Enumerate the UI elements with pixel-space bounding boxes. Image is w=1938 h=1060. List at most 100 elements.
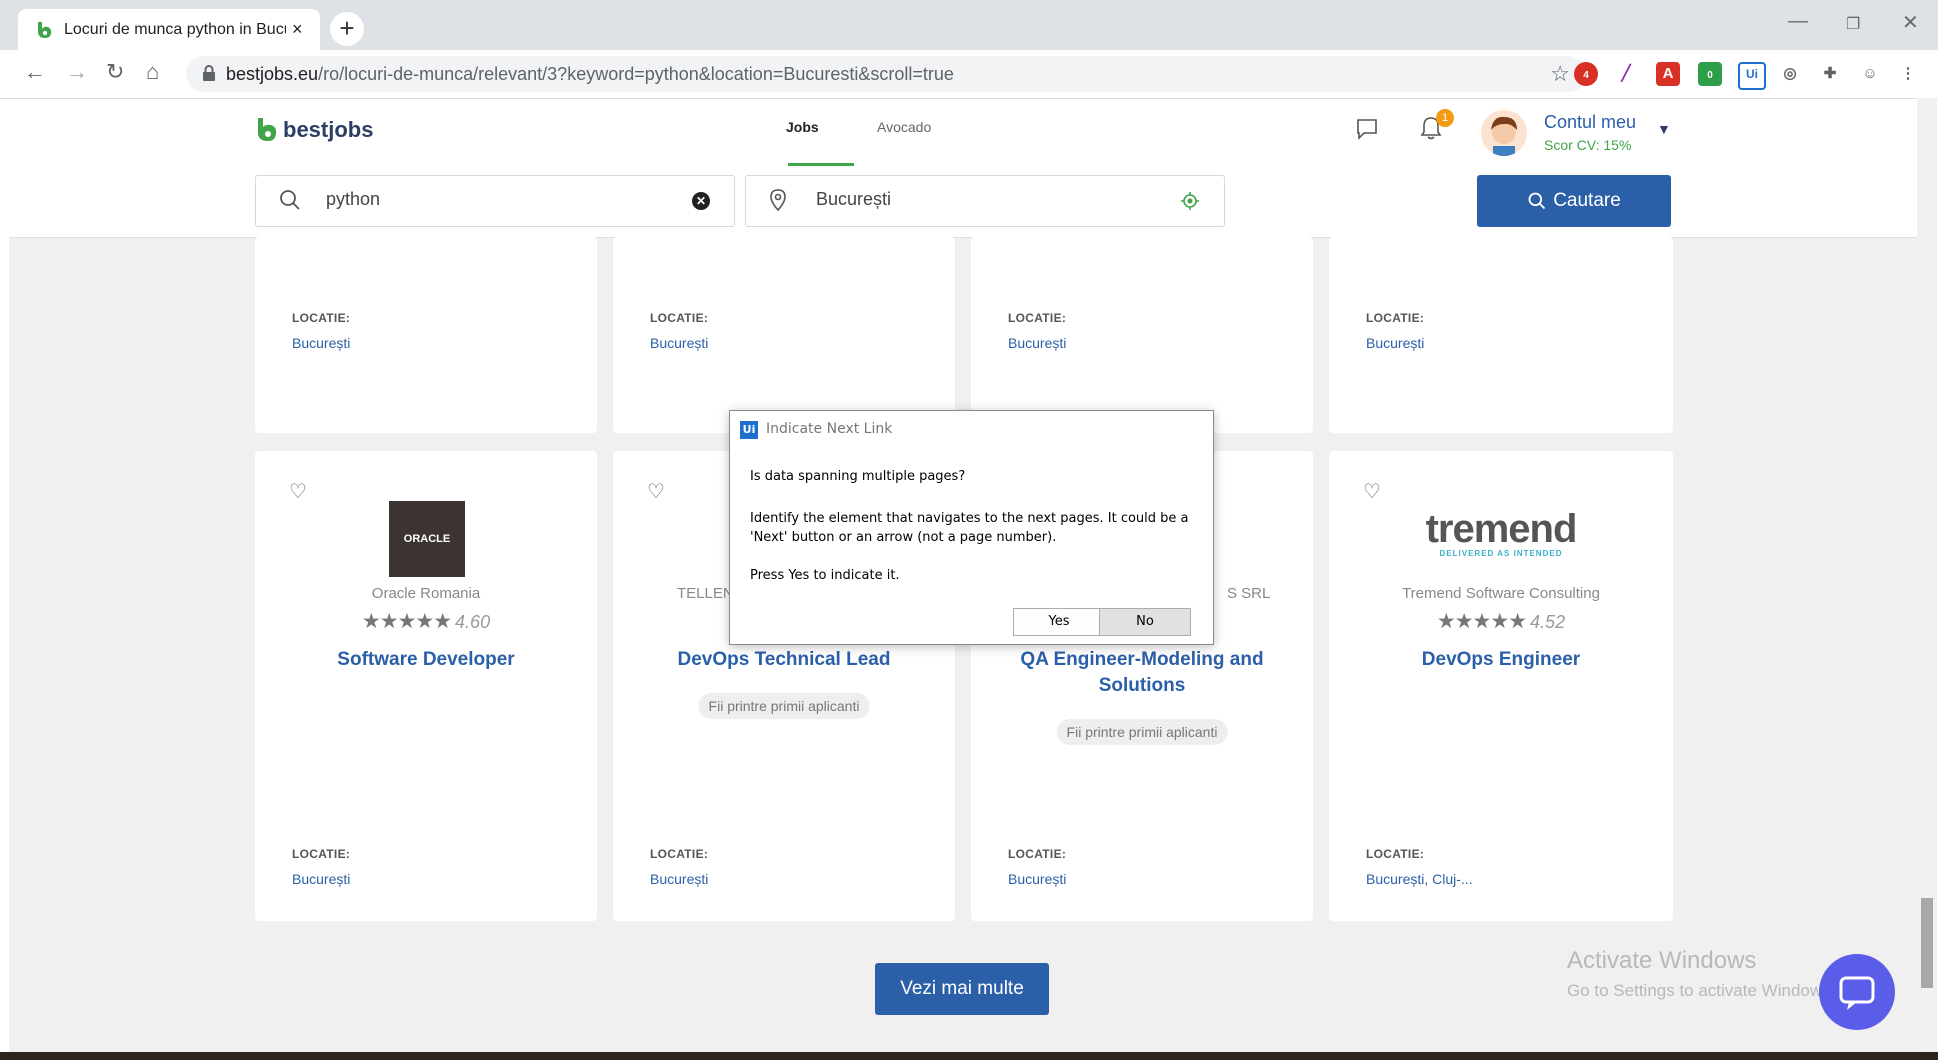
- job-title[interactable]: DevOps Engineer: [1349, 647, 1653, 673]
- location-value[interactable]: București: [1366, 335, 1424, 351]
- bookmark-star-icon[interactable]: ☆: [1550, 61, 1570, 87]
- tab-title: Locuri de munca python in Bucur: [64, 20, 286, 38]
- browser-tab[interactable]: Locuri de munca python in Bucur ×: [18, 9, 320, 50]
- favorite-heart-icon[interactable]: ♡: [647, 479, 665, 504]
- dialog-question: Is data spanning multiple pages?: [750, 469, 966, 484]
- minimize-icon[interactable]: —: [1788, 10, 1808, 33]
- cv-score: Scor CV: 15%: [1544, 137, 1632, 153]
- extensions-puzzle-icon[interactable]: ✚: [1818, 62, 1842, 86]
- rating-value: 4.52: [1530, 612, 1566, 632]
- nav-avocado[interactable]: Avocado: [877, 119, 931, 135]
- ext-pdf-icon[interactable]: A: [1656, 62, 1680, 86]
- bestjobs-logo[interactable]: bestjobs: [255, 117, 373, 143]
- company-name[interactable]: Tremend Software Consulting: [1329, 585, 1673, 602]
- favorite-heart-icon[interactable]: ♡: [289, 479, 307, 504]
- lock-icon: [203, 65, 215, 81]
- favorite-heart-icon[interactable]: ♡: [1363, 479, 1381, 504]
- job-title[interactable]: QA Engineer-Modeling and Solutions: [991, 647, 1293, 699]
- profile-icon[interactable]: ☺: [1858, 62, 1882, 86]
- location-label: LOCATIE:: [650, 847, 709, 861]
- location-label: LOCATIE:: [292, 847, 351, 861]
- bestjobs-logo-icon: [258, 118, 277, 141]
- location-pin-icon: [770, 189, 786, 212]
- search-icon: [1528, 192, 1546, 210]
- close-window-icon[interactable]: ✕: [1902, 10, 1919, 35]
- search-button[interactable]: Cautare: [1477, 175, 1671, 227]
- location-value[interactable]: București: [292, 335, 350, 351]
- dialog-instruction: Press Yes to indicate it.: [750, 568, 900, 583]
- rating-stars-icon: ★★★★★: [361, 610, 452, 633]
- ext-shield-icon[interactable]: 0: [1698, 62, 1722, 86]
- site-header: bestjobs Jobs Avocado 1 Contul meu Scor …: [9, 99, 1927, 168]
- location-value[interactable]: București: [292, 871, 350, 887]
- gps-locate-icon[interactable]: [1180, 191, 1200, 211]
- ext-circle-icon[interactable]: ◎: [1778, 62, 1802, 86]
- job-card-top-3[interactable]: LOCATIE: București: [971, 237, 1313, 433]
- job-card-tremend[interactable]: ♡ tremend DELIVERED AS INTENDED Tremend …: [1329, 451, 1673, 921]
- menu-kebab-icon[interactable]: ⋮: [1896, 62, 1920, 86]
- company-name[interactable]: Oracle Romania: [255, 585, 597, 602]
- url-host: bestjobs.eu: [226, 64, 319, 84]
- browser-toolbar: ← → ↻ ⌂ bestjobs.eu/ro/locuri-de-munca/r…: [0, 50, 1938, 99]
- forward-icon[interactable]: →: [66, 59, 88, 85]
- ext-badge-2: 0: [1707, 70, 1713, 81]
- job-card-top-4[interactable]: LOCATIE: București: [1329, 237, 1673, 433]
- load-more-button[interactable]: Vezi mai multe: [875, 963, 1049, 1015]
- home-icon[interactable]: ⌂: [146, 59, 159, 85]
- address-bar[interactable]: bestjobs.eu/ro/locuri-de-munca/relevant/…: [186, 56, 1586, 92]
- chat-bubble-icon: [1839, 976, 1875, 1010]
- location-input[interactable]: București: [816, 189, 891, 210]
- keyword-field[interactable]: python ✕: [255, 175, 735, 227]
- job-title[interactable]: DevOps Technical Lead: [633, 647, 935, 673]
- scrollbar-thumb[interactable]: [1921, 898, 1933, 988]
- chevron-down-icon[interactable]: ▼: [1657, 121, 1671, 137]
- location-value[interactable]: București: [650, 871, 708, 887]
- taskbar-strip: [0, 1052, 1938, 1060]
- job-title[interactable]: Software Developer: [275, 647, 577, 673]
- ext-pen-icon[interactable]: ╱: [1614, 62, 1638, 86]
- nav-active-indicator: [788, 163, 854, 166]
- rating-value: 4.60: [455, 612, 491, 632]
- oracle-logo: ORACLE: [389, 501, 465, 577]
- indicate-next-link-dialog: Ui Indicate Next Link Is data spanning m…: [729, 410, 1214, 645]
- ext-opera-icon[interactable]: 4: [1574, 62, 1598, 86]
- job-card-top-2[interactable]: LOCATIE: București: [613, 237, 955, 433]
- early-applicant-badge: Fii printre primii aplicanti: [698, 693, 870, 719]
- new-tab-button[interactable]: +: [330, 12, 364, 46]
- nav-jobs[interactable]: Jobs: [786, 119, 819, 135]
- back-icon[interactable]: ←: [24, 59, 46, 85]
- job-card-top-1[interactable]: LOCATIE: București: [255, 237, 597, 433]
- keyword-input[interactable]: python: [326, 189, 380, 210]
- location-value[interactable]: București: [1008, 871, 1066, 887]
- search-icon: [280, 190, 300, 210]
- tab-close-icon[interactable]: ×: [292, 19, 303, 40]
- avatar-illustration-icon: [1491, 116, 1517, 156]
- reload-icon[interactable]: ↻: [106, 59, 124, 85]
- url-text: bestjobs.eu/ro/locuri-de-munca/relevant/…: [226, 64, 954, 85]
- location-field[interactable]: București: [745, 175, 1225, 227]
- dialog-description: Identify the element that navigates to t…: [750, 511, 1189, 545]
- messages-icon[interactable]: [1355, 117, 1379, 141]
- chat-widget-button[interactable]: [1819, 954, 1895, 1030]
- clear-keyword-icon[interactable]: ✕: [692, 192, 710, 210]
- avatar[interactable]: [1481, 110, 1527, 156]
- location-label: LOCATIE:: [1008, 311, 1067, 325]
- restore-icon[interactable]: ❐: [1846, 14, 1860, 34]
- tremend-tagline: DELIVERED AS INTENDED: [1439, 549, 1563, 558]
- browser-tabstrip: Locuri de munca python in Bucur × + — ❐ …: [0, 0, 1938, 50]
- account-name[interactable]: Contul meu: [1544, 112, 1636, 133]
- search-bar: python ✕ București Cautare: [9, 167, 1927, 238]
- yes-button[interactable]: Yes: [1013, 608, 1105, 636]
- location-label: LOCATIE:: [292, 311, 351, 325]
- page-scrollbar[interactable]: [1917, 98, 1937, 1053]
- company-rating: ★★★★★ 4.60: [255, 609, 597, 634]
- no-button[interactable]: No: [1099, 608, 1191, 636]
- job-card-oracle[interactable]: ♡ ORACLE Oracle Romania ★★★★★ 4.60 Softwa…: [255, 451, 597, 921]
- location-value[interactable]: București: [1008, 335, 1066, 351]
- ext-uipath-icon[interactable]: Ui: [1738, 62, 1766, 90]
- location-label: LOCATIE:: [1008, 847, 1067, 861]
- location-value[interactable]: București: [650, 335, 708, 351]
- dialog-title: Indicate Next Link: [766, 421, 893, 437]
- location-value[interactable]: București, Cluj-...: [1366, 871, 1473, 887]
- location-label: LOCATIE:: [1366, 847, 1425, 861]
